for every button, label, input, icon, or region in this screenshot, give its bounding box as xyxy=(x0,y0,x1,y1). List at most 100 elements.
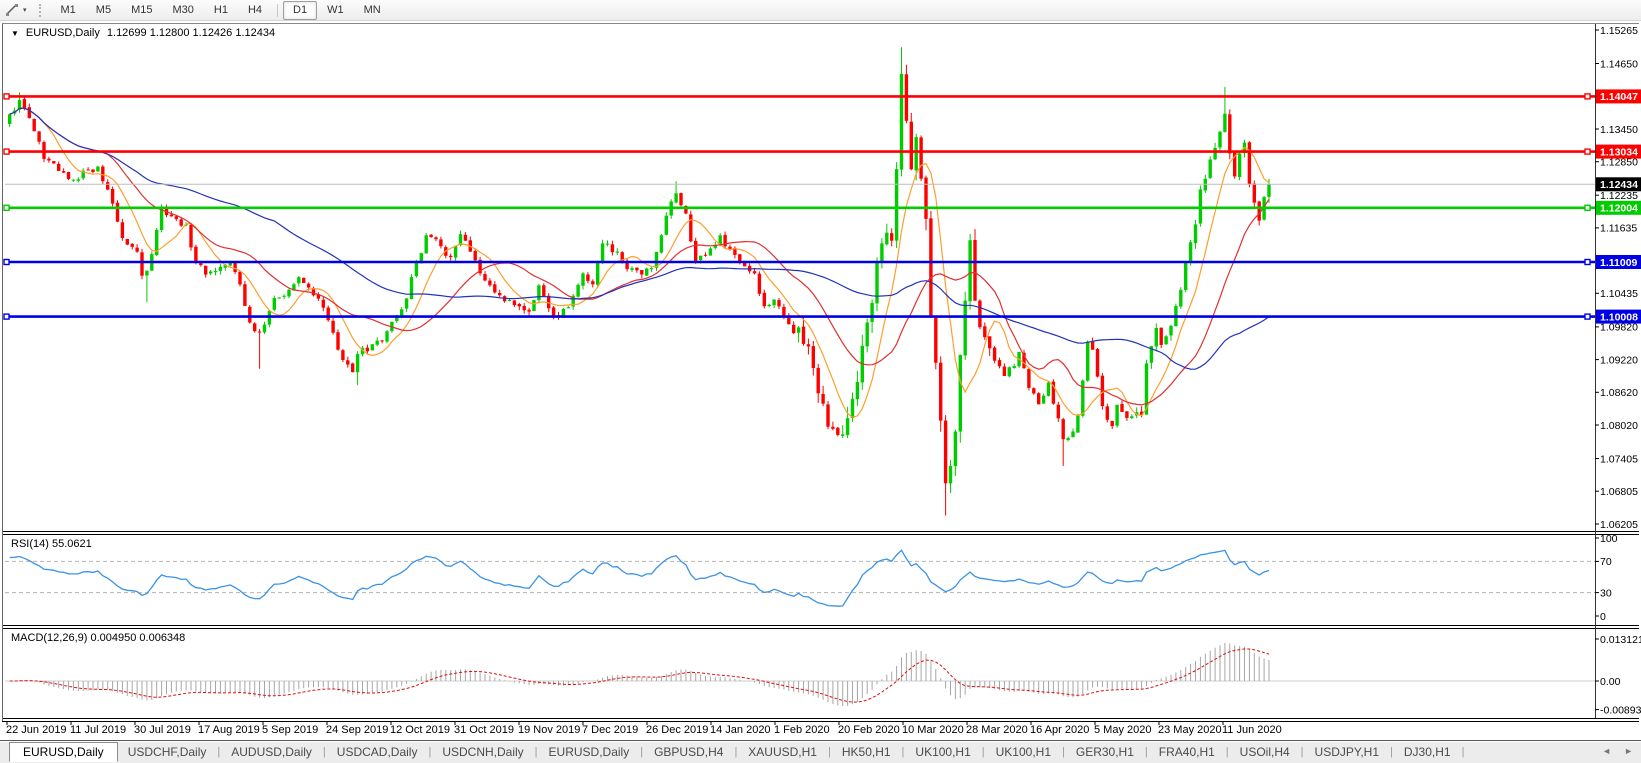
pane-borders xyxy=(2,24,1639,722)
svg-text:1.15265: 1.15265 xyxy=(1600,25,1638,37)
svg-text:30 Jul 2019: 30 Jul 2019 xyxy=(134,724,191,736)
chart-tab-gbpusd-h4[interactable]: GBPUSD,H4 xyxy=(644,742,733,762)
horizontal-line-1.13034[interactable] xyxy=(4,149,1595,154)
chart-tab-eurusd-daily[interactable]: EURUSD,Daily xyxy=(9,742,118,762)
svg-text:1.13450: 1.13450 xyxy=(1600,124,1638,136)
chart-tab-usdcad-daily[interactable]: USDCAD,Daily xyxy=(327,742,428,762)
timeframe-button-m30[interactable]: M30 xyxy=(162,1,203,20)
chart-tab-fra40-h1[interactable]: FRA40,H1 xyxy=(1149,742,1225,762)
tab-separator: | xyxy=(982,746,985,758)
chart-tabs: EURUSD,DailyUSDCHF,Daily|AUDUSD,Daily|US… xyxy=(0,741,1465,763)
svg-text:31 Oct 2019: 31 Oct 2019 xyxy=(454,724,514,736)
timeframe-button-mn[interactable]: MN xyxy=(354,1,391,20)
dropdown-caret-icon: ▾ xyxy=(23,6,27,14)
chart-tab-dj30-h1[interactable]: DJ30,H1 xyxy=(1394,742,1461,762)
svg-text:24 Sep 2019: 24 Sep 2019 xyxy=(326,724,388,736)
chart-tab-bar: EURUSD,DailyUSDCHF,Daily|AUDUSD,Daily|US… xyxy=(0,740,1641,763)
tab-separator: | xyxy=(535,746,538,758)
chart-ohlc-values: 1.12699 1.12800 1.12426 1.12434 xyxy=(107,27,275,39)
tab-separator: | xyxy=(1390,746,1393,758)
svg-text:100: 100 xyxy=(1600,533,1618,545)
svg-text:1.08020: 1.08020 xyxy=(1600,420,1638,432)
tab-separator: | xyxy=(734,746,737,758)
drawing-tool-icon xyxy=(5,3,19,17)
tab-separator: | xyxy=(428,746,431,758)
tab-separator: | xyxy=(1462,746,1465,758)
timeframe-button-w1[interactable]: W1 xyxy=(317,1,354,20)
timeframe-button-h4[interactable]: H4 xyxy=(238,1,272,20)
chart-tab-uk100-h1[interactable]: UK100,H1 xyxy=(905,742,980,762)
svg-text:20 Feb 2020: 20 Feb 2020 xyxy=(838,724,900,736)
svg-text:26 Dec 2019: 26 Dec 2019 xyxy=(646,724,708,736)
svg-text:1.12235: 1.12235 xyxy=(1600,190,1638,202)
rsi-indicator-label: RSI(14) 55.0621 xyxy=(11,538,92,550)
svg-text:5 May 2020: 5 May 2020 xyxy=(1094,724,1151,736)
chart-tab-hk50-h1[interactable]: HK50,H1 xyxy=(832,742,901,762)
svg-text:22 Jun 2019: 22 Jun 2019 xyxy=(6,724,67,736)
horizontal-line-1.12004[interactable] xyxy=(4,205,1595,210)
tab-separator: | xyxy=(640,746,643,758)
svg-text:1.14047: 1.14047 xyxy=(1600,91,1638,103)
svg-text:7 Dec 2019: 7 Dec 2019 xyxy=(582,724,638,736)
toolbar-separator xyxy=(277,4,278,17)
svg-text:5 Sep 2019: 5 Sep 2019 xyxy=(262,724,318,736)
price-badge-1.12004: 1.12004 xyxy=(1596,201,1641,215)
tab-separator: | xyxy=(217,746,220,758)
svg-text:1.06205: 1.06205 xyxy=(1600,519,1638,531)
tab-separator: | xyxy=(1301,746,1304,758)
svg-text:19 Nov 2019: 19 Nov 2019 xyxy=(518,724,580,736)
svg-text:10 Mar 2020: 10 Mar 2020 xyxy=(902,724,964,736)
timeframe-button-m5[interactable]: M5 xyxy=(86,1,121,20)
svg-text:28 Mar 2020: 28 Mar 2020 xyxy=(966,724,1028,736)
drawing-tool-button[interactable]: ▾ xyxy=(0,3,32,17)
chart-title: ▼ EURUSD,Daily 1.12699 1.12800 1.12426 1… xyxy=(11,27,275,39)
svg-text:1.10008: 1.10008 xyxy=(1600,311,1638,323)
svg-text:0.013121: 0.013121 xyxy=(1600,634,1641,646)
price-badge-1.10008: 1.10008 xyxy=(1596,310,1641,324)
chart-menu-caret-icon[interactable]: ▼ xyxy=(11,29,19,38)
svg-text:14 Jan 2020: 14 Jan 2020 xyxy=(710,724,771,736)
chart-tab-audusd-daily[interactable]: AUDUSD,Daily xyxy=(221,742,322,762)
svg-text:1.11009: 1.11009 xyxy=(1600,257,1638,269)
tab-scroll-buttons: ◄ ► xyxy=(1602,746,1633,756)
svg-text:1.10435: 1.10435 xyxy=(1600,288,1638,300)
timeframe-button-m15[interactable]: M15 xyxy=(121,1,162,20)
chart-tab-xauusd-h1[interactable]: XAUUSD,H1 xyxy=(738,742,827,762)
horizontal-line-1.14047[interactable] xyxy=(4,94,1595,99)
chart-canvas[interactable]: 1.152651.146501.134501.128501.122351.116… xyxy=(0,21,1641,737)
tabs-scroll-left-icon[interactable]: ◄ xyxy=(1602,746,1611,756)
horizontal-line-1.11009[interactable] xyxy=(4,260,1595,265)
macd-pane xyxy=(5,643,1595,706)
toolbar-grip[interactable] xyxy=(39,4,44,17)
chart-tab-ger30-h1[interactable]: GER30,H1 xyxy=(1066,742,1144,762)
svg-text:1.12004: 1.12004 xyxy=(1600,203,1638,215)
svg-text:1.06805: 1.06805 xyxy=(1600,486,1638,498)
tab-separator: | xyxy=(1062,746,1065,758)
chart-window[interactable]: 1.152651.146501.134501.128501.122351.116… xyxy=(0,21,1641,737)
svg-text:11 Jul 2019: 11 Jul 2019 xyxy=(70,724,126,736)
macd-indicator-label: MACD(12,26,9) 0.004950 0.006348 xyxy=(11,632,185,644)
chart-tab-usdjpy-h1[interactable]: USDJPY,H1 xyxy=(1305,742,1389,762)
current-price-badge: 1.12434 xyxy=(1596,177,1641,191)
chart-tab-uk100-h1[interactable]: UK100,H1 xyxy=(986,742,1061,762)
rsi-line xyxy=(10,550,1269,606)
chart-tab-usoil-h4[interactable]: USOil,H4 xyxy=(1230,742,1300,762)
tab-separator: | xyxy=(1226,746,1229,758)
svg-text:30: 30 xyxy=(1600,587,1612,599)
chart-tab-usdchf-daily[interactable]: USDCHF,Daily xyxy=(118,742,217,762)
timeframe-button-d1[interactable]: D1 xyxy=(283,1,317,20)
tab-separator: | xyxy=(323,746,326,758)
svg-text:16 Apr 2020: 16 Apr 2020 xyxy=(1030,724,1089,736)
tab-separator: | xyxy=(828,746,831,758)
tabs-scroll-right-icon[interactable]: ► xyxy=(1624,746,1633,756)
chart-tab-eurusd-daily[interactable]: EURUSD,Daily xyxy=(539,742,640,762)
chart-tab-usdcnh-daily[interactable]: USDCNH,Daily xyxy=(432,742,533,762)
timeframe-button-m1[interactable]: M1 xyxy=(51,1,86,20)
macd-signal-line xyxy=(10,649,1269,702)
svg-text:23 May 2020: 23 May 2020 xyxy=(1158,724,1222,736)
timeframe-button-h1[interactable]: H1 xyxy=(204,1,238,20)
moving-average-slow xyxy=(10,108,1269,369)
svg-text:0: 0 xyxy=(1600,611,1606,623)
macd-histogram xyxy=(10,643,1269,706)
tab-separator: | xyxy=(1145,746,1148,758)
